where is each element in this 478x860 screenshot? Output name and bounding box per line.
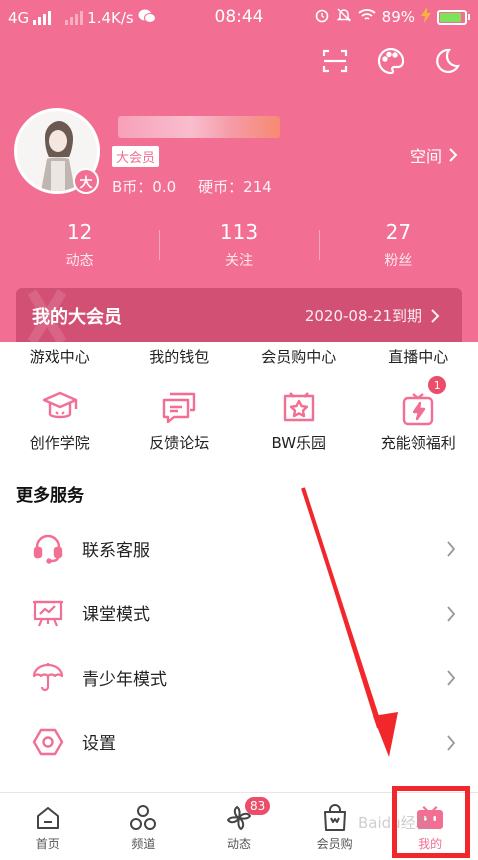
battery-percent: 89% [381, 8, 415, 26]
umbrella-icon [32, 661, 64, 693]
service-classroom-mode[interactable]: 课堂模式 [0, 581, 478, 646]
service-customer-support[interactable]: 联系客服 [0, 516, 478, 581]
battery-icon [437, 9, 470, 25]
status-bar: 4G 1.4K/s 08:44 89% [0, 0, 478, 34]
chevron-right-icon [449, 148, 458, 162]
chevron-right-icon [431, 308, 440, 323]
menu-label: 反馈论坛 [149, 434, 210, 452]
wifi-icon [358, 8, 376, 26]
chevron-right-icon [447, 541, 456, 557]
tab-dynamics[interactable]: 83 动态 [191, 793, 287, 860]
classroom-board-icon [32, 597, 64, 629]
coins-info: B币：0.0 硬币：214 [112, 176, 272, 197]
services-list: 联系客服 课堂模式 青少年模式 设置 [0, 516, 478, 774]
vip-card-title: 我的大会员 [32, 307, 122, 328]
username-blurred [118, 116, 280, 138]
settings-hexagon-icon [32, 726, 64, 758]
annotation-highlight-box [392, 786, 470, 858]
space-link[interactable]: 空间 [410, 143, 458, 167]
menu-creator-academy[interactable]: 创作学院 [0, 388, 120, 453]
night-mode-icon[interactable] [430, 44, 464, 78]
chevron-right-icon [447, 670, 456, 686]
service-label: 联系客服 [82, 540, 150, 561]
menu-shop-center[interactable]: 会员购中心 [239, 346, 359, 367]
chevron-right-icon [447, 734, 456, 751]
shopping-bag-icon [320, 803, 350, 833]
tab-channel[interactable]: 频道 [96, 793, 192, 860]
stat-fans[interactable]: 27 粉丝 [318, 218, 478, 270]
chat-bubbles-icon [159, 388, 199, 428]
service-teen-mode[interactable]: 青少年模式 [0, 645, 478, 710]
more-services-title: 更多服务 [16, 486, 84, 506]
feature-menu-row: 创作学院 反馈论坛 BW乐园 1 充能领福利 [0, 376, 478, 453]
vip-expiry-date: 2020-08-21到期 [304, 307, 422, 325]
b-coin: B币：0.0 [112, 178, 177, 196]
vip-tag[interactable]: 大会员 [112, 146, 160, 167]
tab-home[interactable]: 首页 [0, 793, 96, 860]
tab-label: 频道 [131, 837, 156, 851]
dynamics-count-badge: 83 [244, 797, 271, 815]
palette-icon[interactable] [374, 44, 408, 78]
home-icon [33, 803, 63, 833]
headset-icon [32, 532, 64, 564]
stat-value: 27 [385, 220, 412, 244]
space-label: 空间 [409, 147, 442, 166]
stat-label: 关注 [224, 253, 253, 269]
stat-following[interactable]: 113 关注 [159, 218, 318, 270]
stat-value: 12 [66, 220, 93, 244]
menu-label: 创作学院 [29, 434, 90, 452]
service-label: 青少年模式 [82, 669, 167, 690]
profile-header: 4G 1.4K/s 08:44 89% 大 大会员 B币：0.0 硬币：214 … [0, 0, 478, 342]
menu-wallet[interactable]: 我的钱包 [120, 346, 240, 367]
hard-coin: 硬币：214 [198, 178, 272, 196]
stat-label: 粉丝 [384, 253, 413, 269]
vip-membership-card[interactable]: 我的大会员 2020-08-21到期 [16, 288, 462, 342]
channel-icon [128, 803, 158, 833]
stat-label: 动态 [65, 253, 94, 269]
stat-value: 113 [219, 220, 259, 244]
menu-charge-benefits[interactable]: 1 充能领福利 [359, 376, 478, 453]
service-label: 课堂模式 [82, 605, 150, 626]
mute-icon [336, 7, 352, 27]
menu-label: 充能领福利 [380, 434, 456, 452]
alarm-icon [314, 7, 330, 27]
menu-game-center[interactable]: 游戏中心 [0, 346, 120, 367]
tab-label: 动态 [226, 837, 251, 851]
menu-bw-park[interactable]: BW乐园 [239, 388, 359, 453]
stats-row: 12 动态 113 关注 27 粉丝 [0, 218, 478, 270]
tab-label: 会员购 [316, 837, 353, 851]
charging-icon [421, 7, 431, 27]
service-settings[interactable]: 设置 [0, 710, 478, 775]
tab-label: 首页 [35, 837, 60, 851]
scan-icon[interactable] [318, 44, 352, 78]
chevron-right-icon [447, 605, 456, 622]
vip-avatar-badge: 大 [73, 168, 99, 194]
menu-live-center[interactable]: 直播中心 [359, 346, 478, 367]
star-box-icon [279, 388, 319, 428]
menu-label: BW乐园 [271, 434, 327, 452]
quick-menu-row: 游戏中心 我的钱包 会员购中心 直播中心 [0, 346, 478, 367]
vip-expiry: 2020-08-21到期 [305, 305, 440, 326]
notification-badge: 1 [428, 376, 447, 394]
menu-feedback-forum[interactable]: 反馈论坛 [120, 388, 240, 453]
graduation-cap-icon [40, 388, 80, 428]
stat-posts[interactable]: 12 动态 [0, 218, 159, 270]
lightning-gift-icon [398, 388, 438, 428]
service-label: 设置 [82, 734, 116, 755]
